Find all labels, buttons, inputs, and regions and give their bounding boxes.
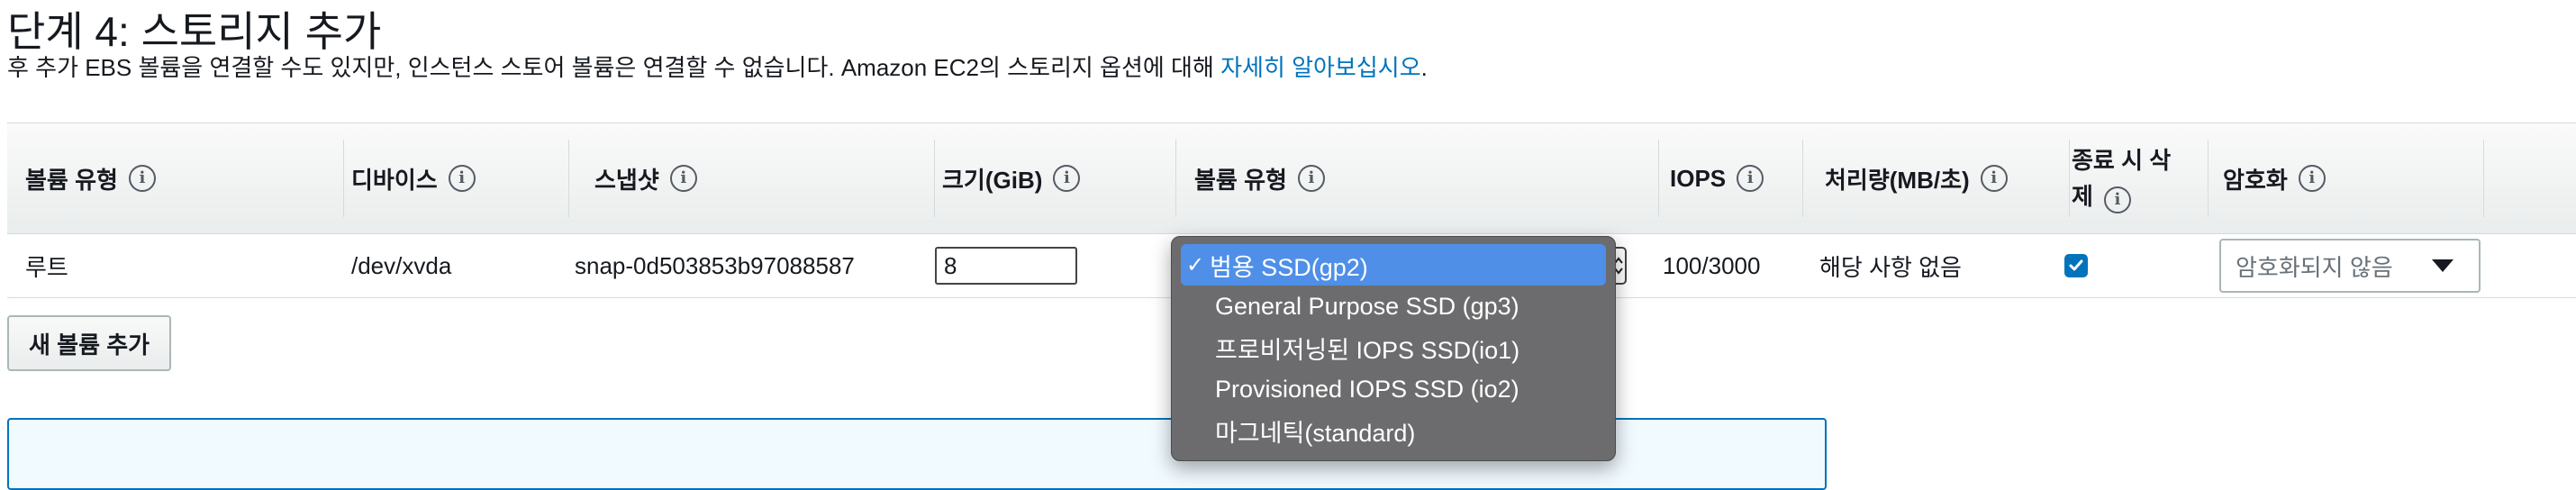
option-label: 마그네틱(standard) <box>1215 419 1416 447</box>
volume-type-dropdown: ✓ 범용 SSD(gp2) General Purpose SSD (gp3) … <box>1171 236 1616 461</box>
header-iops-label: IOPS <box>1670 164 1727 192</box>
header-encryption-label: 암호화 <box>2223 166 2288 194</box>
header-volume-type: 볼륨 유형 i <box>7 123 344 233</box>
header-delete-on-termination: 종료 시 삭 제i <box>2059 123 2209 233</box>
header-volume-type-label: 볼륨 유형 <box>25 166 118 194</box>
header-volume-type-2: 볼륨 유형 i <box>1176 123 1659 233</box>
info-icon[interactable]: i <box>1297 165 1325 192</box>
cell-size <box>935 234 1077 297</box>
header-size: 크기(GiB) i <box>924 123 1176 233</box>
encryption-select-value: 암호화되지 않음 <box>2236 253 2393 281</box>
header-device: 디바이스 i <box>333 123 569 233</box>
cell-iops: 100/3000 <box>1663 251 1761 279</box>
info-icon[interactable]: i <box>128 165 156 192</box>
checkmark-icon <box>2069 259 2083 271</box>
header-size-label: 크기(GiB) <box>942 166 1043 194</box>
header-volume-type-2-label: 볼륨 유형 <box>1194 166 1287 194</box>
volume-type-option-io2[interactable]: Provisioned IOPS SSD (io2) <box>1181 368 1606 410</box>
header-device-label: 디바이스 <box>351 166 438 194</box>
header-snapshot-label: 스냅샷 <box>594 166 659 194</box>
header-snapshot: 스냅샷 i <box>576 123 935 233</box>
option-label: 프로비저닝된 IOPS SSD(io1) <box>1215 336 1520 364</box>
option-label: Provisioned IOPS SSD (io2) <box>1215 375 1519 403</box>
cell-volume-type: 루트 <box>25 253 68 281</box>
chevron-down-icon <box>2432 259 2454 272</box>
header-throughput-label: 처리량(MB/초) <box>1825 166 1970 194</box>
delete-on-termination-checkbox[interactable] <box>2064 254 2088 277</box>
info-icon[interactable]: i <box>1053 165 1081 192</box>
volume-type-option-gp3[interactable]: General Purpose SSD (gp3) <box>1181 286 1606 327</box>
info-icon[interactable]: i <box>1980 165 2008 192</box>
page-title: 단계 4: 스토리지 추가 <box>7 8 382 55</box>
header-throughput: 처리량(MB/초) i <box>1807 123 2070 233</box>
page-description: 후 추가 EBS 볼륨을 연결할 수도 있지만, 인스턴스 스토어 볼륨은 연결… <box>7 52 1428 83</box>
header-delete-label-1: 종료 시 삭 <box>2072 147 2172 174</box>
cell-encryption: 암호화되지 않음 <box>2219 234 2481 297</box>
header-delete-label-2: 제 <box>2072 183 2093 210</box>
cell-device: /dev/xvda <box>351 251 452 279</box>
volume-type-option-standard[interactable]: 마그네틱(standard) <box>1181 410 1606 451</box>
cell-snapshot: snap-0d503853b97088587 <box>575 251 855 279</box>
option-label: 범용 SSD(gp2) <box>1210 253 1368 281</box>
info-icon[interactable]: i <box>669 165 697 192</box>
cell-throughput: 해당 사항 없음 <box>1819 253 1962 281</box>
info-icon[interactable]: i <box>2103 186 2131 213</box>
table-header: 볼륨 유형 i 디바이스 i 스냅샷 i 크기(GiB) i 볼륨 유형 i I… <box>7 122 2576 234</box>
size-input[interactable] <box>935 247 1077 285</box>
info-icon[interactable]: i <box>448 165 476 192</box>
description-text: 후 추가 EBS 볼륨을 연결할 수도 있지만, 인스턴스 스토어 볼륨은 연결… <box>7 54 1221 81</box>
description-period: . <box>1420 54 1428 81</box>
volume-type-option-gp2[interactable]: ✓ 범용 SSD(gp2) <box>1181 244 1606 286</box>
header-encryption: 암호화 i <box>2203 123 2484 233</box>
learn-more-link[interactable]: 자세히 알아보십시오 <box>1220 54 1421 81</box>
check-icon: ✓ <box>1186 252 1205 277</box>
info-icon[interactable]: i <box>2298 165 2326 192</box>
encryption-select[interactable]: 암호화되지 않음 <box>2219 239 2481 293</box>
info-icon[interactable]: i <box>1737 165 1764 192</box>
option-label: General Purpose SSD (gp3) <box>1215 292 1519 320</box>
volume-type-option-io1[interactable]: 프로비저닝된 IOPS SSD(io1) <box>1181 327 1606 368</box>
cell-delete-on-termination <box>2064 234 2088 297</box>
header-iops: IOPS i <box>1666 123 1803 233</box>
add-volume-button[interactable]: 새 볼륨 추가 <box>7 315 172 371</box>
